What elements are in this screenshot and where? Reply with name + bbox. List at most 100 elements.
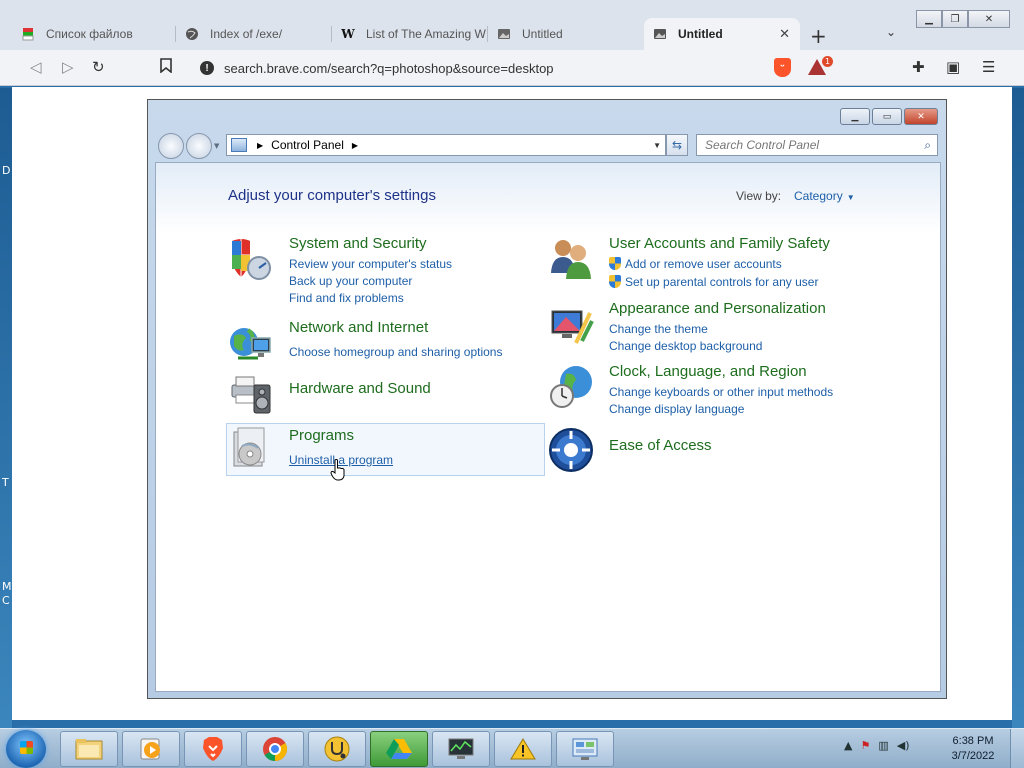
chrome-icon	[263, 737, 288, 761]
address-bar[interactable]: ! search.brave.com/search?q=photoshop&so…	[188, 55, 764, 81]
action-center-icon[interactable]: ⚑	[860, 739, 870, 752]
back-icon[interactable]: ◁	[30, 58, 42, 76]
minimize-button[interactable]: ▁	[840, 108, 870, 125]
clock-time: 6:38 PM	[952, 735, 994, 747]
hardware-sound-icon	[231, 376, 271, 414]
view-by-label: View by:	[736, 189, 782, 203]
chevron-down-icon[interactable]: ▼	[214, 142, 219, 150]
browser-tab-bar: Список файлов Index of /exe/ W List of T…	[0, 0, 1024, 50]
forward-icon[interactable]: ▷	[62, 58, 74, 76]
maximize-button[interactable]: ▭	[872, 108, 902, 125]
info-icon[interactable]: !	[200, 61, 214, 75]
category-user-accounts[interactable]: User Accounts and Family Safety	[609, 235, 830, 252]
search-placeholder: Search Control Panel	[705, 138, 820, 152]
taskbar-explorer[interactable]	[60, 731, 118, 767]
link-keyboards[interactable]: Change keyboards or other input methods	[609, 385, 833, 399]
brave-shield-icon[interactable]: ᵕ	[774, 58, 791, 77]
desktop-icon-label: C	[2, 594, 10, 607]
image-icon	[652, 26, 668, 42]
show-hidden-icons[interactable]: ▲	[844, 739, 852, 752]
control-panel-icon	[231, 138, 247, 152]
search-icon[interactable]: ⌕	[924, 138, 931, 153]
taskbar-control-panel[interactable]	[556, 731, 614, 767]
chevron-down-icon[interactable]: ▼	[653, 141, 661, 150]
link-find-fix[interactable]: Find and fix problems	[289, 291, 404, 305]
taskbar-stethoscope-app[interactable]	[308, 731, 366, 767]
close-button[interactable]: ✕	[904, 108, 938, 125]
tab-label: List of The Amazing W	[366, 27, 486, 41]
forward-button[interactable]	[186, 133, 212, 159]
chevron-right-icon[interactable]: ▶	[257, 141, 263, 150]
link-desktop-background[interactable]: Change desktop background	[609, 339, 762, 353]
link-back-up[interactable]: Back up your computer	[289, 274, 412, 288]
view-by-dropdown[interactable]: Category ▼	[794, 189, 855, 203]
clock-date: 3/7/2022	[951, 750, 995, 762]
back-button[interactable]	[158, 133, 184, 159]
rewards-badge: 1	[822, 56, 833, 67]
taskbar-clock[interactable]: 6:38 PM 3/7/2022	[948, 734, 998, 764]
category-programs[interactable]: Programs	[289, 427, 354, 444]
link-display-language[interactable]: Change display language	[609, 402, 744, 416]
hand-cursor-icon	[330, 459, 345, 481]
media-player-icon	[140, 738, 160, 760]
category-appearance[interactable]: Appearance and Personalization	[609, 300, 826, 317]
show-desktop-button[interactable]	[1010, 729, 1024, 768]
link-change-theme[interactable]: Change the theme	[609, 322, 708, 336]
appearance-icon	[551, 310, 594, 344]
chevron-down-icon[interactable]: ⌄	[886, 25, 896, 39]
close-icon[interactable]: ✕	[779, 26, 790, 42]
tab-untitled[interactable]: Untitled	[496, 18, 644, 50]
desktop-icon-label: D	[2, 164, 11, 177]
refresh-button[interactable]: ⇆	[666, 134, 688, 156]
extensions-icon[interactable]: ✚	[912, 58, 925, 76]
restore-button[interactable]: ❐	[942, 10, 968, 28]
reload-icon[interactable]: ↻	[92, 58, 105, 76]
menu-icon[interactable]: ☰	[982, 58, 995, 76]
search-input[interactable]: Search Control Panel ⌕	[696, 134, 938, 156]
link-label: Add or remove user accounts	[625, 257, 782, 271]
user-accounts-icon	[551, 240, 591, 279]
tab-untitled-active[interactable]: Untitled ✕	[644, 18, 800, 50]
chevron-right-icon[interactable]: ▶	[352, 141, 358, 150]
google-drive-icon	[386, 739, 412, 759]
uac-shield-icon	[609, 275, 621, 288]
taskbar-warning-app[interactable]	[494, 731, 552, 767]
taskbar-chrome[interactable]	[246, 731, 304, 767]
close-button[interactable]: ✕	[968, 10, 1010, 28]
category-system-security[interactable]: System and Security	[289, 235, 427, 252]
taskbar-google-drive[interactable]	[370, 731, 428, 767]
chevron-down-icon: ▼	[846, 193, 855, 202]
tab-wikipedia[interactable]: W List of The Amazing W	[340, 18, 488, 50]
image-icon	[496, 26, 512, 42]
breadcrumb[interactable]: ▶ Control Panel ▶ ▼	[226, 134, 666, 156]
bookmark-icon[interactable]	[160, 58, 172, 77]
link-review-status[interactable]: Review your computer's status	[289, 257, 452, 271]
new-tab-button[interactable]: +	[810, 24, 827, 48]
link-parental-controls[interactable]: Set up parental controls for any user	[609, 275, 818, 289]
start-button[interactable]	[6, 730, 46, 768]
tab-file-list[interactable]: Список файлов	[20, 18, 176, 50]
link-homegroup[interactable]: Choose homegroup and sharing options	[289, 345, 502, 359]
wallet-icon[interactable]: ▣	[946, 58, 960, 76]
link-label: Set up parental controls for any user	[625, 275, 819, 289]
download-icon	[20, 26, 36, 42]
taskbar-task-manager[interactable]	[432, 731, 490, 767]
tab-index-exe[interactable]: Index of /exe/	[184, 18, 332, 50]
stethoscope-icon	[324, 736, 350, 762]
network-icon[interactable]: ▥	[878, 739, 888, 752]
category-ease-of-access[interactable]: Ease of Access	[609, 437, 712, 454]
category-network-internet[interactable]: Network and Internet	[289, 319, 428, 336]
folder-icon	[75, 739, 103, 760]
desktop-icon-label: M	[2, 580, 12, 593]
link-add-remove-accounts[interactable]: Add or remove user accounts	[609, 257, 782, 271]
control-panel-content: Adjust your computer's settings View by:…	[155, 162, 941, 692]
tab-label: Untitled	[678, 27, 723, 41]
taskbar-media-player[interactable]	[122, 731, 180, 767]
url-text: search.brave.com/search?q=photoshop&sour…	[224, 60, 554, 76]
breadcrumb-control-panel[interactable]: Control Panel	[271, 138, 344, 152]
category-clock-language[interactable]: Clock, Language, and Region	[609, 363, 807, 380]
taskbar-brave[interactable]	[184, 731, 242, 767]
volume-icon[interactable]: ◀)	[897, 739, 910, 752]
minimize-button[interactable]: ▁	[916, 10, 942, 28]
category-hardware-sound[interactable]: Hardware and Sound	[289, 380, 431, 397]
